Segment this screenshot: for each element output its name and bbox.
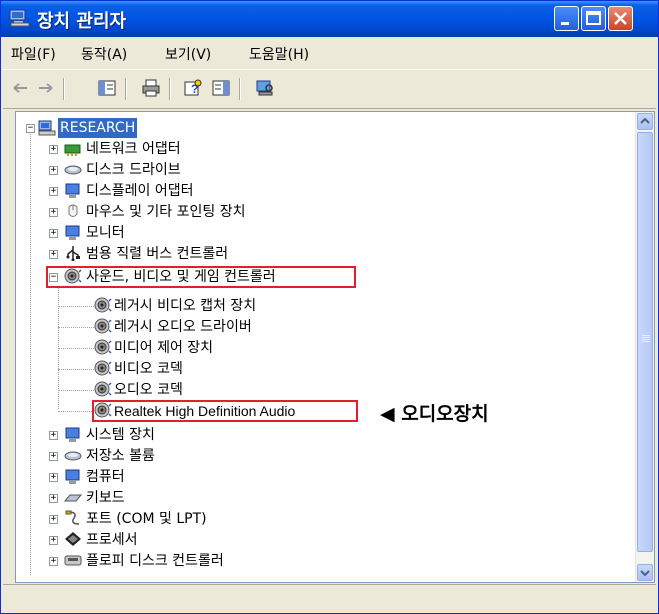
node-label: 컴퓨터 — [86, 469, 125, 485]
expand-toggle[interactable]: + — [49, 557, 58, 566]
scan-hardware-icon[interactable] — [255, 79, 275, 97]
forward-arrow-icon[interactable] — [35, 79, 55, 97]
menu-bar: 파일(F) 동작(A) 보기(V) 도움말(H) — [3, 39, 656, 67]
node-label: 프로세서 — [86, 532, 138, 548]
monitor-icon — [65, 225, 80, 240]
close-button[interactable] — [608, 6, 633, 31]
system-device-icon — [65, 427, 80, 442]
toolbar-separator — [239, 78, 241, 100]
speaker-icon — [94, 360, 112, 376]
node-label: 디스플레이 어댑터 — [86, 183, 194, 199]
node-label: 모니터 — [86, 225, 125, 241]
maximize-button[interactable] — [581, 6, 606, 31]
vertical-scrollbar[interactable] — [635, 112, 654, 582]
toolbar: ? — [3, 69, 656, 109]
toolbar-separator — [63, 78, 65, 100]
computer-icon — [38, 120, 56, 136]
help-icon[interactable]: ? — [183, 79, 203, 97]
audio-device-annotation: ◀ 오디오장치 — [380, 403, 489, 425]
toolbar-separator — [125, 78, 127, 100]
storage-volume-icon — [64, 451, 82, 461]
menu-action[interactable]: 동작(A) — [81, 44, 127, 64]
expand-toggle[interactable]: + — [49, 536, 58, 545]
expand-toggle[interactable]: + — [49, 515, 58, 524]
computer-icon — [9, 9, 30, 27]
node-label: 포트 (COM 및 LPT) — [86, 511, 207, 527]
mouse-icon — [68, 204, 78, 217]
maximize-icon — [586, 11, 601, 25]
tree-line — [58, 390, 94, 391]
tree-line — [58, 348, 94, 349]
minimize-icon — [561, 22, 569, 25]
expand-toggle[interactable]: + — [49, 473, 58, 482]
expand-toggle[interactable]: + — [49, 166, 58, 175]
node-label: 키보드 — [86, 490, 125, 506]
close-icon — [614, 12, 627, 25]
scroll-down-button[interactable] — [637, 564, 653, 581]
node-label: 레거시 비디오 캡처 장치 — [114, 298, 257, 314]
expand-toggle[interactable]: + — [49, 431, 58, 440]
highlight-box-audio-device — [92, 400, 358, 422]
tree-line — [30, 132, 31, 575]
root-label: RESEARCH — [58, 118, 138, 138]
expand-toggle[interactable]: + — [49, 229, 58, 238]
floppy-controller-icon — [64, 555, 82, 566]
minimize-button[interactable] — [554, 6, 579, 31]
scroll-thumb[interactable] — [637, 132, 653, 552]
speaker-icon — [94, 297, 112, 313]
device-tree[interactable]: − RESEARCH + 네트워크 어댑터 + 디스크 드라이브 + 디스플레이… — [15, 111, 655, 583]
expand-toggle[interactable]: + — [49, 208, 58, 217]
collapse-toggle[interactable]: − — [26, 124, 35, 133]
node-label: 네트워크 어댑터 — [86, 141, 181, 157]
port-icon — [65, 510, 80, 525]
window-title: 장치 관리자 — [37, 11, 127, 32]
node-label: 오디오 코덱 — [114, 382, 183, 398]
node-label: 레거시 오디오 드라이버 — [114, 319, 252, 335]
node-label: 디스크 드라이브 — [86, 162, 181, 178]
node-label: 저장소 볼륨 — [86, 448, 155, 464]
speaker-icon — [94, 381, 112, 397]
tree-line — [58, 327, 94, 328]
title-bar[interactable]: 장치 관리자 — [1, 1, 658, 37]
tree-line — [58, 306, 94, 307]
status-bar — [3, 584, 656, 613]
keyboard-icon — [64, 494, 82, 502]
processor-icon — [65, 532, 81, 546]
tree-line — [58, 411, 94, 412]
node-label: 플로피 디스크 컨트롤러 — [86, 553, 224, 569]
speaker-icon — [94, 339, 112, 355]
expand-toggle[interactable]: + — [49, 187, 58, 196]
toolbar-separator — [169, 78, 171, 100]
expand-toggle[interactable]: + — [49, 494, 58, 503]
usb-icon — [66, 246, 80, 261]
speaker-icon — [94, 318, 112, 334]
node-label: 범용 직렬 버스 컨트롤러 — [86, 246, 229, 262]
highlight-box-category — [46, 266, 356, 288]
device-manager-window: 장치 관리자 파일(F) 동작(A) 보기(V) 도움말(H) ? − RESE… — [0, 0, 659, 614]
tree-line — [58, 369, 94, 370]
scroll-grip — [642, 335, 650, 336]
display-adapter-icon — [65, 183, 80, 198]
disk-drive-icon — [64, 165, 82, 175]
print-icon[interactable] — [141, 79, 161, 97]
console-tree-icon[interactable] — [97, 79, 117, 97]
expand-toggle[interactable]: + — [49, 145, 58, 154]
node-label: 미디어 제어 장치 — [114, 340, 214, 356]
expand-toggle[interactable]: + — [49, 250, 58, 259]
menu-help[interactable]: 도움말(H) — [249, 44, 309, 64]
network-adapter-icon — [64, 144, 81, 156]
scroll-up-button[interactable] — [637, 113, 653, 130]
node-label: 비디오 코덱 — [114, 361, 183, 377]
chevron-up-icon — [640, 117, 650, 124]
node-label: 시스템 장치 — [86, 427, 155, 443]
computer-icon — [65, 469, 80, 484]
menu-file[interactable]: 파일(F) — [11, 44, 56, 64]
expand-toggle[interactable]: + — [49, 452, 58, 461]
menu-view[interactable]: 보기(V) — [165, 44, 211, 64]
back-arrow-icon[interactable] — [11, 79, 31, 97]
properties-pane-icon[interactable] — [211, 79, 231, 97]
chevron-down-icon — [640, 570, 650, 577]
node-label: 마우스 및 기타 포인팅 장치 — [86, 204, 246, 220]
